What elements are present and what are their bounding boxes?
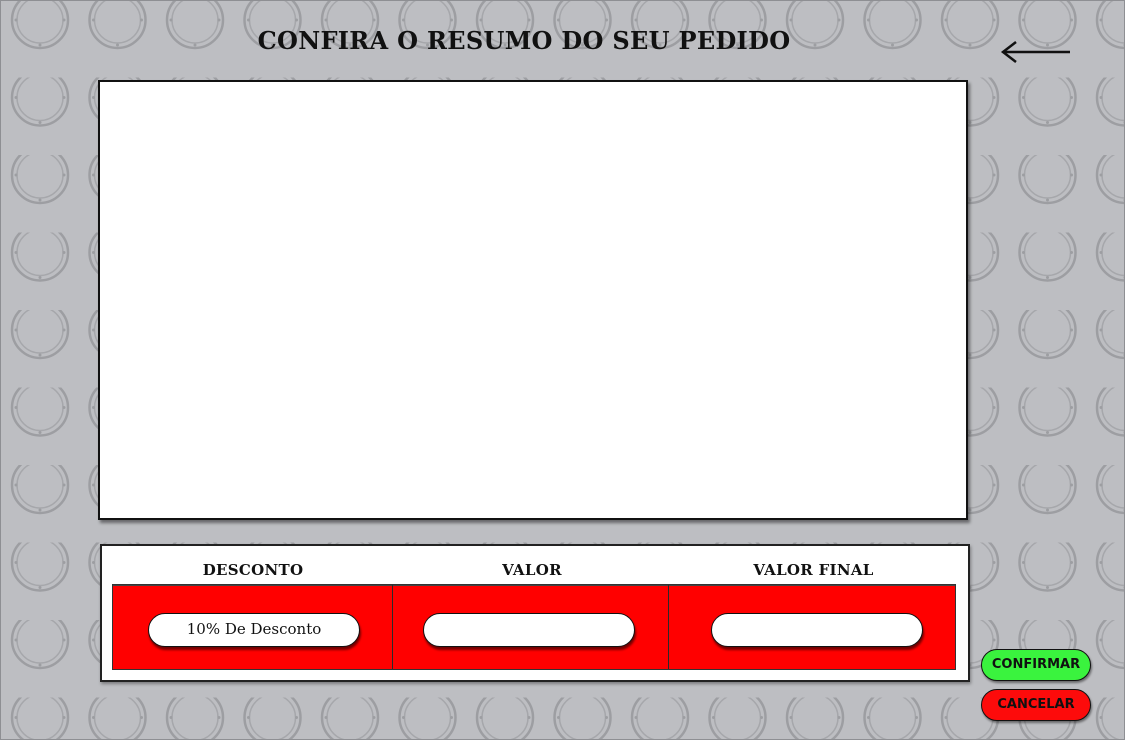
totals-bar: 10% De Desconto — [112, 584, 956, 670]
column-divider — [392, 585, 393, 669]
page-title: CONFIRA O RESUMO DO SEU PEDIDO — [257, 26, 791, 55]
totals-panel: DESCONTO VALOR VALOR FINAL 10% De Descon… — [100, 544, 970, 682]
cancel-button[interactable]: CANCELAR — [981, 689, 1091, 721]
arrow-left-icon — [1000, 41, 1070, 63]
final-value-field[interactable] — [711, 613, 923, 647]
order-summary-panel — [98, 80, 968, 520]
confirm-button[interactable]: CONFIRMAR — [981, 649, 1091, 681]
totals-bar-top-line — [113, 585, 955, 586]
back-button[interactable] — [996, 36, 1076, 68]
value-field[interactable] — [423, 613, 635, 647]
discount-header: DESCONTO — [202, 561, 304, 579]
value-header: VALOR — [502, 561, 562, 579]
column-divider — [668, 585, 669, 669]
final-value-header: VALOR FINAL — [753, 561, 874, 579]
discount-field[interactable]: 10% De Desconto — [148, 613, 360, 647]
